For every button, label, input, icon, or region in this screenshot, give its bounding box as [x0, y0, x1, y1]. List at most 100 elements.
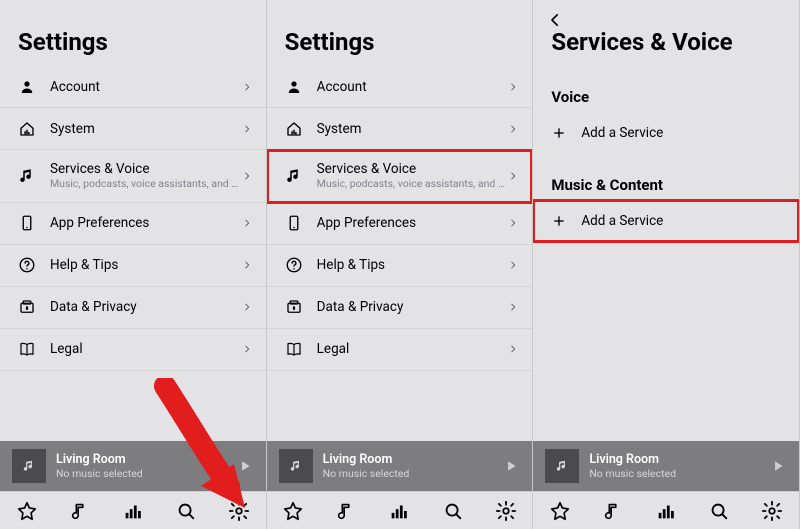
- chevron-right-icon: [508, 343, 518, 355]
- row-label: App Preferences: [317, 215, 509, 231]
- screen-2: Settings Account System Services & Voice…: [267, 0, 534, 529]
- row-legal[interactable]: Legal: [267, 329, 533, 371]
- privacy-icon: [285, 298, 303, 316]
- chevron-right-icon: [508, 81, 518, 93]
- row-add-voice-service[interactable]: Add a Service: [533, 112, 799, 154]
- settings-list: Account System Services & Voice Music, p…: [0, 66, 266, 441]
- row-label: App Preferences: [50, 215, 242, 231]
- row-label: System: [317, 121, 509, 137]
- section-voice-heading: Voice: [533, 66, 799, 112]
- chevron-right-icon: [242, 123, 252, 135]
- tab-settings[interactable]: [761, 500, 783, 522]
- now-playing-bar[interactable]: Living Room No music selected: [533, 441, 799, 491]
- person-icon: [18, 78, 36, 96]
- row-label: Services & Voice: [317, 161, 509, 177]
- settings-list: Account System Services & Voice Music, p…: [267, 66, 533, 441]
- tab-bar: [267, 491, 533, 529]
- header: Settings: [267, 0, 533, 66]
- row-label: Services & Voice: [50, 161, 242, 177]
- row-label: Add a Service: [581, 213, 785, 229]
- book-icon: [285, 340, 303, 358]
- play-icon[interactable]: [502, 457, 520, 475]
- phone-icon: [285, 214, 303, 232]
- row-services-voice[interactable]: Services & Voice Music, podcasts, voice …: [0, 150, 266, 203]
- chevron-right-icon: [242, 301, 252, 313]
- row-label: Help & Tips: [317, 257, 509, 273]
- chevron-right-icon: [242, 343, 252, 355]
- chevron-right-icon: [508, 301, 518, 313]
- privacy-icon: [18, 298, 36, 316]
- row-sublabel: Music, podcasts, voice assistants, and m…: [317, 177, 509, 191]
- page-title: Settings: [18, 28, 248, 56]
- row-data-privacy[interactable]: Data & Privacy: [0, 287, 266, 329]
- row-account[interactable]: Account: [267, 66, 533, 108]
- row-help-tips[interactable]: Help & Tips: [0, 245, 266, 287]
- tab-rooms[interactable]: [388, 500, 410, 522]
- row-app-preferences[interactable]: App Preferences: [0, 203, 266, 245]
- tab-search[interactable]: [708, 500, 730, 522]
- play-icon[interactable]: [769, 457, 787, 475]
- chevron-right-icon: [242, 81, 252, 93]
- row-add-music-service[interactable]: Add a Service: [533, 200, 799, 242]
- now-playing-status: No music selected: [589, 467, 769, 480]
- play-icon[interactable]: [236, 457, 254, 475]
- tab-search[interactable]: [442, 500, 464, 522]
- now-playing-room: Living Room: [323, 452, 503, 467]
- help-icon: [285, 256, 303, 274]
- row-system[interactable]: System: [0, 108, 266, 150]
- book-icon: [18, 340, 36, 358]
- row-services-voice[interactable]: Services & Voice Music, podcasts, voice …: [267, 150, 533, 203]
- chevron-right-icon: [242, 259, 252, 271]
- tab-bar: [0, 491, 266, 529]
- now-playing-art: [12, 449, 46, 483]
- row-label: Account: [50, 79, 242, 95]
- header: Settings: [0, 0, 266, 66]
- row-sublabel: Music, podcasts, voice assistants, and m…: [50, 177, 242, 191]
- phone-icon: [18, 214, 36, 232]
- now-playing-status: No music selected: [56, 467, 236, 480]
- now-playing-bar[interactable]: Living Room No music selected: [0, 441, 266, 491]
- row-label: Legal: [50, 341, 242, 357]
- row-account[interactable]: Account: [0, 66, 266, 108]
- row-label: Data & Privacy: [317, 299, 509, 315]
- tab-music[interactable]: [69, 500, 91, 522]
- tab-favorites[interactable]: [16, 500, 38, 522]
- row-help-tips[interactable]: Help & Tips: [267, 245, 533, 287]
- plus-icon: [551, 213, 567, 229]
- chevron-right-icon: [508, 170, 518, 182]
- tab-settings[interactable]: [495, 500, 517, 522]
- plus-icon: [551, 125, 567, 141]
- services-voice-content: Voice Add a Service Music & Content Add …: [533, 66, 799, 441]
- now-playing-room: Living Room: [589, 452, 769, 467]
- now-playing-bar[interactable]: Living Room No music selected: [267, 441, 533, 491]
- page-title: Settings: [285, 28, 515, 56]
- row-label: System: [50, 121, 242, 137]
- music-icon: [18, 167, 36, 185]
- tab-bar: [533, 491, 799, 529]
- now-playing-status: No music selected: [323, 467, 503, 480]
- row-legal[interactable]: Legal: [0, 329, 266, 371]
- tab-favorites[interactable]: [549, 500, 571, 522]
- row-system[interactable]: System: [267, 108, 533, 150]
- section-music-heading: Music & Content: [533, 154, 799, 200]
- row-label: Add a Service: [581, 125, 785, 141]
- row-data-privacy[interactable]: Data & Privacy: [267, 287, 533, 329]
- tab-music[interactable]: [602, 500, 624, 522]
- tab-rooms[interactable]: [122, 500, 144, 522]
- tab-music[interactable]: [335, 500, 357, 522]
- help-icon: [18, 256, 36, 274]
- back-button[interactable]: [543, 8, 567, 32]
- music-icon: [285, 167, 303, 185]
- tab-rooms[interactable]: [655, 500, 677, 522]
- chevron-right-icon: [242, 170, 252, 182]
- chevron-right-icon: [242, 217, 252, 229]
- now-playing-art: [545, 449, 579, 483]
- tab-search[interactable]: [175, 500, 197, 522]
- row-label: Legal: [317, 341, 509, 357]
- row-label: Data & Privacy: [50, 299, 242, 315]
- row-app-preferences[interactable]: App Preferences: [267, 203, 533, 245]
- row-label: Help & Tips: [50, 257, 242, 273]
- tab-favorites[interactable]: [282, 500, 304, 522]
- now-playing-art: [279, 449, 313, 483]
- tab-settings[interactable]: [228, 500, 250, 522]
